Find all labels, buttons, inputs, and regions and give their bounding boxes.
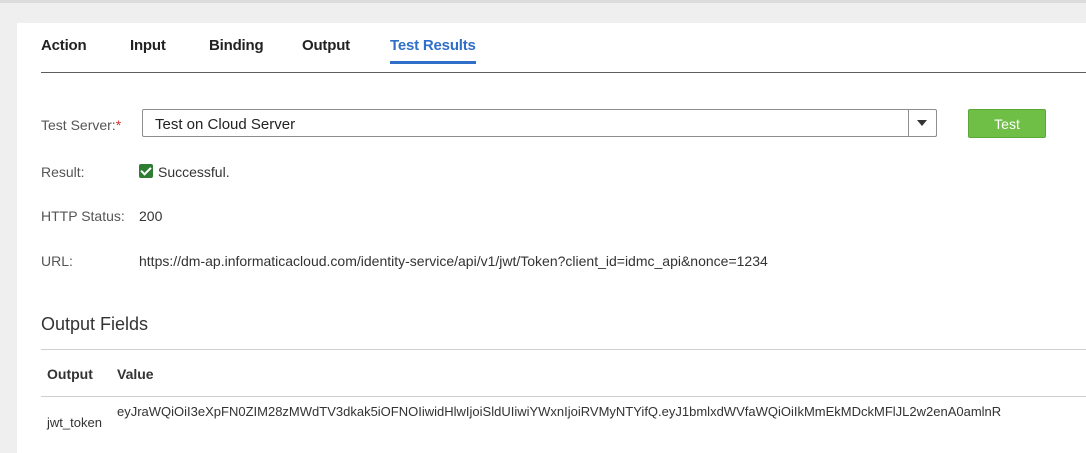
test-server-select[interactable]: Test on Cloud Server (142, 109, 937, 137)
table-header: Output Value (41, 350, 1086, 397)
column-header-output: Output (47, 366, 93, 382)
tab-input[interactable]: Input (130, 37, 166, 61)
test-server-label: Test Server:* (41, 117, 121, 133)
test-results-panel: Action Input Binding Output Test Results… (17, 23, 1086, 453)
success-check-icon (139, 164, 153, 178)
tab-binding[interactable]: Binding (209, 37, 264, 61)
output-fields-title: Output Fields (41, 314, 149, 334)
result-label: Result: (41, 164, 85, 180)
chevron-down-icon[interactable] (908, 110, 936, 136)
test-button[interactable]: Test (968, 109, 1046, 138)
output-fields-table: Output Value jwt_token eyJraWQiOiI3eXpFN… (41, 349, 1086, 453)
url-label: URL: (41, 253, 73, 269)
test-server-label-text: Test Server: (41, 117, 116, 133)
http-status-value: 200 (139, 208, 163, 224)
required-mark: * (115, 117, 122, 133)
tab-test-results[interactable]: Test Results (390, 37, 476, 64)
top-strip (0, 0, 1086, 3)
http-status-label: HTTP Status: (41, 208, 125, 224)
result-value: Successful. (158, 164, 230, 180)
url-value: https://dm-ap.informaticacloud.com/ident… (139, 253, 768, 269)
value-cell: eyJraWQiOiI3eXpFN0ZIM28zMWdTV3dkak5iOFNO… (117, 404, 1002, 419)
test-server-value: Test on Cloud Server (155, 116, 296, 133)
column-header-value: Value (117, 366, 154, 382)
tab-output[interactable]: Output (302, 37, 350, 61)
output-cell: jwt_token (47, 415, 102, 430)
tab-action[interactable]: Action (41, 37, 87, 61)
tab-bar: Action Input Binding Output Test Results (41, 23, 1086, 73)
